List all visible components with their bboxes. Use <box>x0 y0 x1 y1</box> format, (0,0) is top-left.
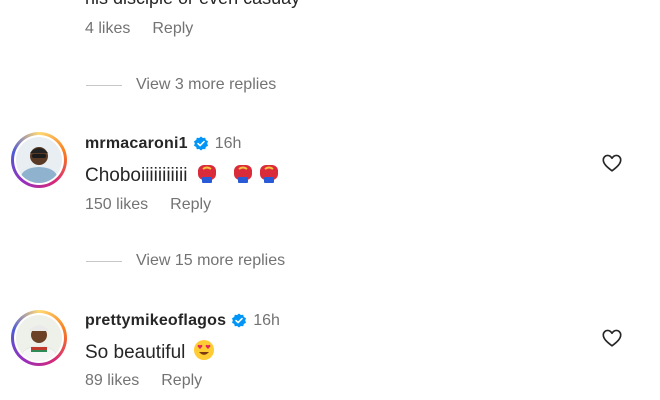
likes-count[interactable]: 4 likes <box>85 20 130 38</box>
username[interactable]: prettymikeoflagos <box>85 312 226 330</box>
reply-button[interactable]: Reply <box>152 20 193 38</box>
comment-meta: 89 likes Reply <box>85 372 202 390</box>
comment-text-partial: his disciple or even casuay <box>85 0 300 9</box>
heart-eyes-emoji-icon <box>193 339 215 367</box>
like-heart-icon[interactable] <box>601 327 623 349</box>
verified-badge-icon <box>231 313 247 329</box>
avatar-photo <box>16 137 62 183</box>
likes-count[interactable]: 150 likes <box>85 196 148 214</box>
comment-meta: 150 likes Reply <box>85 196 211 214</box>
view-more-replies-button[interactable]: View 15 more replies <box>86 252 285 270</box>
likes-count[interactable]: 89 likes <box>85 372 139 390</box>
reply-button[interactable]: Reply <box>161 372 202 390</box>
comment-header: mrmacaroni1 16h <box>85 135 241 153</box>
boxing-glove-emoji-icon <box>231 162 255 190</box>
boxing-glove-emoji-icon <box>257 162 281 190</box>
avatar[interactable] <box>11 132 67 188</box>
divider-line <box>86 84 122 86</box>
username[interactable]: mrmacaroni1 <box>85 135 188 153</box>
like-heart-icon[interactable] <box>601 152 623 174</box>
avatar[interactable] <box>11 310 67 366</box>
timestamp: 16h <box>253 312 280 329</box>
boxing-glove-emoji-icon <box>195 162 219 190</box>
view-replies-label: View 15 more replies <box>136 252 286 269</box>
comment-header: prettymikeoflagos 16h <box>85 312 280 330</box>
view-replies-label: View 3 more replies <box>136 76 277 93</box>
timestamp: 16h <box>214 135 242 152</box>
avatar-photo <box>16 315 62 361</box>
verified-badge-icon <box>193 136 209 152</box>
view-more-replies-button[interactable]: View 3 more replies <box>86 76 276 94</box>
comments-panel: his disciple or even casuay 4 likes Repl… <box>0 0 660 400</box>
comment-text: Choboiiiiiiiiiii <box>85 162 281 190</box>
divider-line <box>86 260 122 262</box>
reply-button[interactable]: Reply <box>170 196 211 214</box>
comment-body: Choboiiiiiiiiiii <box>85 165 188 186</box>
comment-meta: 4 likes Reply <box>85 20 193 38</box>
comment-body: So beautiful <box>85 342 186 363</box>
comment-text: So beautiful <box>85 339 215 367</box>
